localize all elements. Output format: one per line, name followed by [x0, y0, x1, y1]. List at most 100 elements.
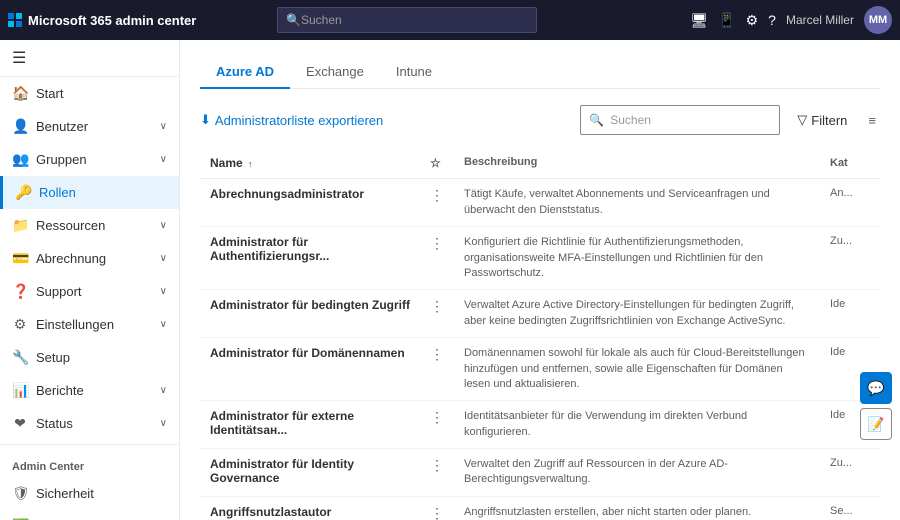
table-row[interactable]: Angriffsnutzlastautor ⋮ Angriffsnutzlast…	[200, 496, 880, 520]
user-icon: 👤	[12, 118, 28, 135]
sidebar-label-ressourcen: Ressourcen	[36, 218, 152, 233]
hamburger-button[interactable]: ☰	[0, 40, 179, 77]
filter-button[interactable]: ▽ Filtern	[788, 107, 856, 133]
table-row[interactable]: Administrator für Authentifizierungsr...…	[200, 227, 880, 290]
col-header-star: ☆	[420, 147, 454, 179]
sidebar-item-ressourcen[interactable]: 📁 Ressourcen ∨	[0, 209, 179, 242]
role-name: Administrator für externe Identitätsан..…	[200, 401, 420, 449]
setup-icon: 🔧	[12, 349, 28, 366]
chevron-down-icon: ∨	[160, 121, 167, 132]
home-icon: 🏠	[12, 85, 28, 102]
sidebar-item-abrechnung[interactable]: 💳 Abrechnung ∨	[0, 242, 179, 275]
col-header-category[interactable]: Kat	[820, 147, 880, 179]
col-header-name[interactable]: Name ↑	[200, 147, 420, 179]
sidebar-item-einstellungen[interactable]: ⚙ Einstellungen ∨	[0, 308, 179, 341]
sidebar-item-rollen[interactable]: 🔑 Rollen	[0, 176, 179, 209]
export-button[interactable]: ⬇ Administratorliste exportieren	[200, 112, 383, 128]
chevron-down-icon: ∨	[160, 286, 167, 297]
role-name: Administrator für Authentifizierungsr...	[200, 227, 420, 290]
sidebar-label-benutzer: Benutzer	[36, 119, 152, 134]
user-name: Marcel Miller	[786, 13, 854, 27]
app-title: Microsoft 365 admin center	[28, 13, 196, 28]
table-row[interactable]: Administrator für Identity Governance ⋮ …	[200, 449, 880, 497]
download-icon: ⬇	[200, 112, 211, 128]
role-name: Abrechnungsadministrator	[200, 179, 420, 227]
role-name: Administrator für Domänennamen	[200, 338, 420, 401]
tab-exchange[interactable]: Exchange	[290, 56, 380, 89]
role-category: An...	[820, 179, 880, 227]
sidebar-label-einstellungen: Einstellungen	[36, 317, 152, 332]
more-options-button[interactable]: ⋮	[420, 179, 454, 227]
more-options-button[interactable]: ⋮	[420, 449, 454, 497]
filter-label: Filtern	[811, 113, 847, 128]
sidebar-item-setup[interactable]: 🔧 Setup	[0, 341, 179, 374]
sidebar-label-status: Status	[36, 416, 152, 431]
groups-icon: 👥	[12, 151, 28, 168]
chevron-down-icon: ∨	[160, 253, 167, 264]
role-description: Verwaltet den Zugriff auf Ressourcen in …	[454, 449, 820, 497]
tab-intune[interactable]: Intune	[380, 56, 448, 89]
help-icon[interactable]: ?	[768, 12, 776, 28]
more-options-button[interactable]: ⋮	[420, 227, 454, 290]
columns-icon: ≡	[868, 113, 876, 128]
role-category: Ide	[820, 290, 880, 338]
mobile-icon[interactable]: 📱	[718, 12, 735, 29]
monitor-icon[interactable]: 🖥	[690, 12, 708, 29]
table-row[interactable]: Administrator für externe Identitätsан..…	[200, 401, 880, 449]
chevron-down-icon: ∨	[160, 418, 167, 429]
more-options-button[interactable]: ⋮	[420, 401, 454, 449]
table-search-input[interactable]	[610, 113, 771, 127]
role-name: Administrator für Identity Governance	[200, 449, 420, 497]
resources-icon: 📁	[12, 217, 28, 234]
more-options-button[interactable]: ⋮	[420, 496, 454, 520]
admin-center-section: Admin Center	[0, 449, 179, 477]
role-description: Identitätsanbieter für die Verwendung im…	[454, 401, 820, 449]
role-name: Angriffsnutzlastautor	[200, 496, 420, 520]
chevron-down-icon: ∨	[160, 220, 167, 231]
support-icon: ❓	[12, 283, 28, 300]
app-logo: Microsoft 365 admin center	[8, 13, 196, 28]
sidebar-item-status[interactable]: ❤ Status ∨	[0, 407, 179, 440]
shield-icon: 🛡	[12, 485, 28, 502]
sidebar-label-rollen: Rollen	[39, 185, 167, 200]
sidebar-label-gruppen: Gruppen	[36, 152, 152, 167]
table-row[interactable]: Administrator für bedingten Zugriff ⋮ Ve…	[200, 290, 880, 338]
more-options-button[interactable]: ⋮	[420, 290, 454, 338]
sidebar-label-berichte: Berichte	[36, 383, 152, 398]
status-icon: ❤	[12, 415, 28, 432]
sidebar-item-berichte[interactable]: 📊 Berichte ∨	[0, 374, 179, 407]
columns-button[interactable]: ≡	[864, 109, 880, 132]
topbar-search-box[interactable]: 🔍	[277, 7, 537, 33]
search-icon: 🔍	[286, 13, 301, 27]
table-search-box[interactable]: 🔍	[580, 105, 780, 135]
sidebar-label-sicherheit: Sicherheit	[36, 486, 167, 501]
role-description: Verwaltet Azure Active Directory-Einstel…	[454, 290, 820, 338]
sidebar-label-abrechnung: Abrechnung	[36, 251, 152, 266]
feedback-button[interactable]: 📝	[860, 408, 892, 440]
avatar[interactable]: MM	[864, 6, 892, 34]
table-row[interactable]: Abrechnungsadministrator ⋮ Tätigt Käufe,…	[200, 179, 880, 227]
billing-icon: 💳	[12, 250, 28, 267]
chat-button[interactable]: 💬	[860, 372, 892, 404]
table-row[interactable]: Administrator für Domänennamen ⋮ Domänen…	[200, 338, 880, 401]
role-category: Se...	[820, 496, 880, 520]
sidebar: ☰ 🏠 Start 👤 Benutzer ∨ 👥 Gruppen ∨ 🔑 Rol…	[0, 40, 180, 520]
role-category: Zu...	[820, 449, 880, 497]
sidebar-item-support[interactable]: ❓ Support ∨	[0, 275, 179, 308]
sidebar-item-start[interactable]: 🏠 Start	[0, 77, 179, 110]
sidebar-item-benutzer[interactable]: 👤 Benutzer ∨	[0, 110, 179, 143]
sort-arrow-icon: ↑	[248, 159, 253, 169]
chevron-down-icon: ∨	[160, 385, 167, 396]
settings-gear-icon[interactable]: ⚙	[746, 12, 759, 29]
topbar-search-input[interactable]	[301, 13, 528, 27]
sidebar-item-gruppen[interactable]: 👥 Gruppen ∨	[0, 143, 179, 176]
topbar: Microsoft 365 admin center 🔍 🖥 📱 ⚙ ? Mar…	[0, 0, 900, 40]
tab-azure-ad[interactable]: Azure AD	[200, 56, 290, 89]
sidebar-item-sicherheit[interactable]: 🛡 Sicherheit	[0, 477, 179, 510]
col-header-description[interactable]: Beschreibung	[454, 147, 820, 179]
role-description: Angriffsnutzlasten erstellen, aber nicht…	[454, 496, 820, 520]
sidebar-item-compliance[interactable]: ✅ Compliance	[0, 510, 179, 520]
roles-icon: 🔑	[15, 184, 31, 201]
more-options-button[interactable]: ⋮	[420, 338, 454, 401]
settings-icon: ⚙	[12, 316, 28, 333]
